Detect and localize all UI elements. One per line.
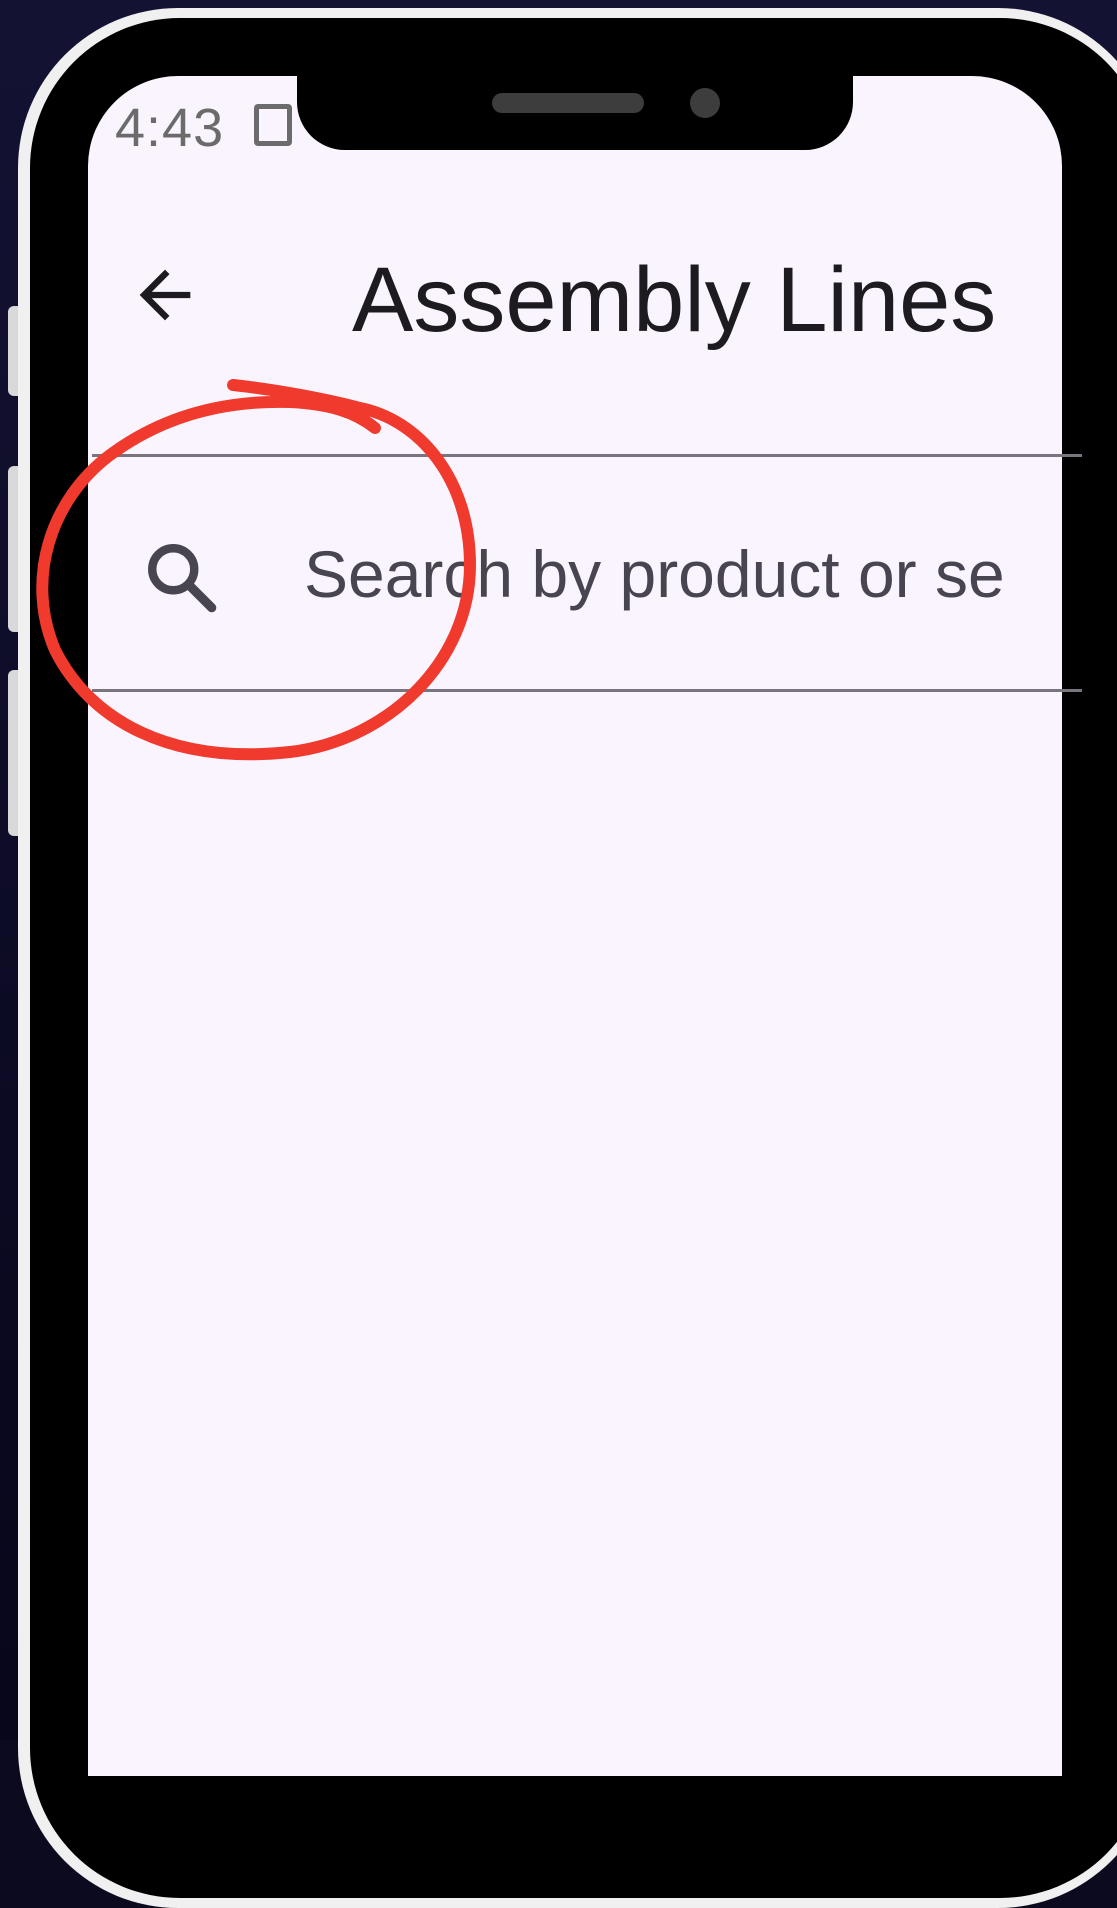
arrow-back-icon (139, 269, 191, 321)
search-input[interactable]: Search by product or se (304, 536, 1005, 612)
search-icon[interactable] (140, 536, 224, 620)
page-title: Assembly Lines (352, 249, 997, 351)
back-button[interactable] (122, 252, 208, 338)
notch-camera (690, 88, 720, 118)
notch-speaker (492, 93, 644, 113)
status-time: 4:43 (115, 98, 225, 158)
screenshot-icon (254, 104, 292, 146)
phone-notch (297, 76, 853, 150)
